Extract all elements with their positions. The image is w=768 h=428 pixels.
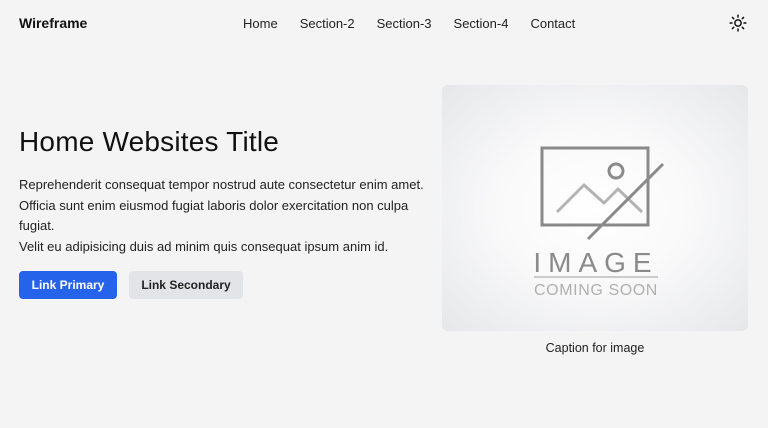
hero-section: Home Websites Title Reprehenderit conseq… [19,124,424,299]
theme-toggle-button[interactable] [728,13,748,33]
hero-image: IMAGE COMING SOON [442,85,748,331]
brand-logo[interactable]: Wireframe [19,15,87,31]
hero-paragraph: Officia sunt enim eiusmod fugiat laboris… [19,197,409,234]
nav-link-section-3[interactable]: Section-3 [377,16,432,31]
nav-link-home[interactable]: Home [243,16,278,31]
nav-link-section-2[interactable]: Section-2 [300,16,355,31]
hero-description: Reprehenderit consequat tempor nostrud a… [19,175,424,257]
nav-link-section-4[interactable]: Section-4 [454,16,509,31]
sun-icon [729,14,747,32]
nav-link-contact[interactable]: Contact [530,16,575,31]
hero-title: Home Websites Title [19,126,280,157]
image-placeholder-title: IMAGE [533,247,658,278]
link-primary-button[interactable]: Link Primary [19,271,117,299]
image-placeholder-subtitle: COMING SOON [534,282,658,299]
image-caption: Caption for image [545,341,645,355]
hero-paragraph: Reprehenderit consequat tempor nostrud a… [19,177,424,192]
link-secondary-button[interactable]: Link Secondary [129,271,243,299]
nav-links: Home Section-2 Section-3 Section-4 Conta… [243,16,575,31]
top-navbar: Wireframe Home Section-2 Section-3 Secti… [0,0,768,50]
hero-actions: Link Primary Link Secondary [19,271,424,299]
hero-paragraph: Velit eu adipisicing duis ad minim quis … [19,238,389,254]
image-placeholder-icon: IMAGE COMING SOON [533,146,665,299]
